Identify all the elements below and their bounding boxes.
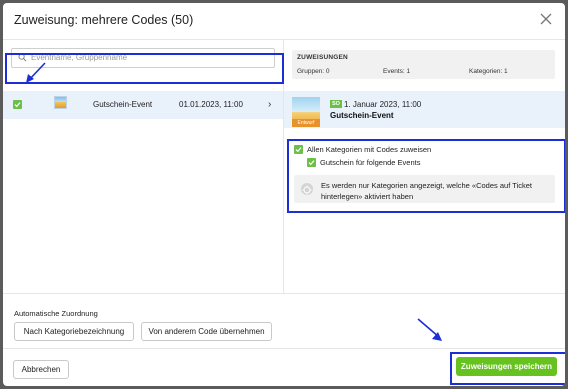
event-card-name: Gutschein-Event [330, 111, 394, 120]
summary-categories: Kategorien: 1 [469, 68, 508, 75]
status-badge: Entwurf [292, 119, 320, 127]
by-category-button[interactable]: Nach Kategoriebezeichnung [14, 322, 134, 341]
event-name: Gutschein-Event [93, 100, 153, 109]
event-list-pane: Gutschein-Event 01.01.2023, 11:00 › [3, 40, 284, 293]
summary-groups: Gruppen: 0 [297, 68, 330, 75]
cancel-button[interactable]: Abbrechen [13, 360, 69, 379]
summary-title: ZUWEISUNGEN [297, 54, 348, 61]
save-button[interactable]: Zuweisungen speichern [456, 357, 557, 376]
dialog-title: Zuweisung: mehrere Codes (50) [14, 13, 194, 27]
from-other-code-button[interactable]: Von anderem Code übernehmen [141, 322, 272, 341]
search-box[interactable] [11, 48, 275, 68]
info-icon [301, 183, 313, 195]
voucher-events-checkbox[interactable] [307, 158, 316, 167]
search-icon [18, 53, 27, 62]
info-text: Es werden nur Kategorien angezeigt, welc… [321, 181, 532, 201]
search-input[interactable] [31, 50, 267, 64]
assignment-dialog: Zuweisung: mehrere Codes (50) Gutschein-… [3, 3, 565, 386]
close-icon[interactable] [539, 12, 553, 26]
chevron-right-icon[interactable]: › [268, 99, 271, 110]
weekday-badge: SO [330, 100, 342, 108]
all-categories-label: Allen Kategorien mit Codes zuweisen [307, 145, 432, 154]
info-box: Es werden nur Kategorien angezeigt, welc… [294, 175, 555, 203]
auto-assign-section: Automatische Zuordnung Nach Kategoriebez… [3, 293, 565, 349]
summary-events: Events: 1 [383, 68, 411, 75]
event-row[interactable]: Gutschein-Event 01.01.2023, 11:00 › [3, 91, 283, 119]
auto-assign-title: Automatische Zuordnung [14, 309, 98, 318]
assignment-summary: ZUWEISUNGEN Gruppen: 0 Events: 1 Kategor… [292, 50, 555, 79]
event-card-date: 1. Januar 2023, 11:00 [344, 100, 422, 109]
voucher-events-label: Gutschein für folgende Events [320, 158, 421, 167]
dialog-header: Zuweisung: mehrere Codes (50) [3, 3, 565, 40]
event-thumbnail [54, 96, 67, 109]
selected-event-card: Entwurf SO 1. Januar 2023, 11:00 Gutsche… [284, 91, 565, 128]
event-checkbox[interactable] [13, 100, 22, 109]
all-categories-checkbox[interactable] [294, 145, 303, 154]
event-date: 01.01.2023, 11:00 [179, 100, 243, 109]
